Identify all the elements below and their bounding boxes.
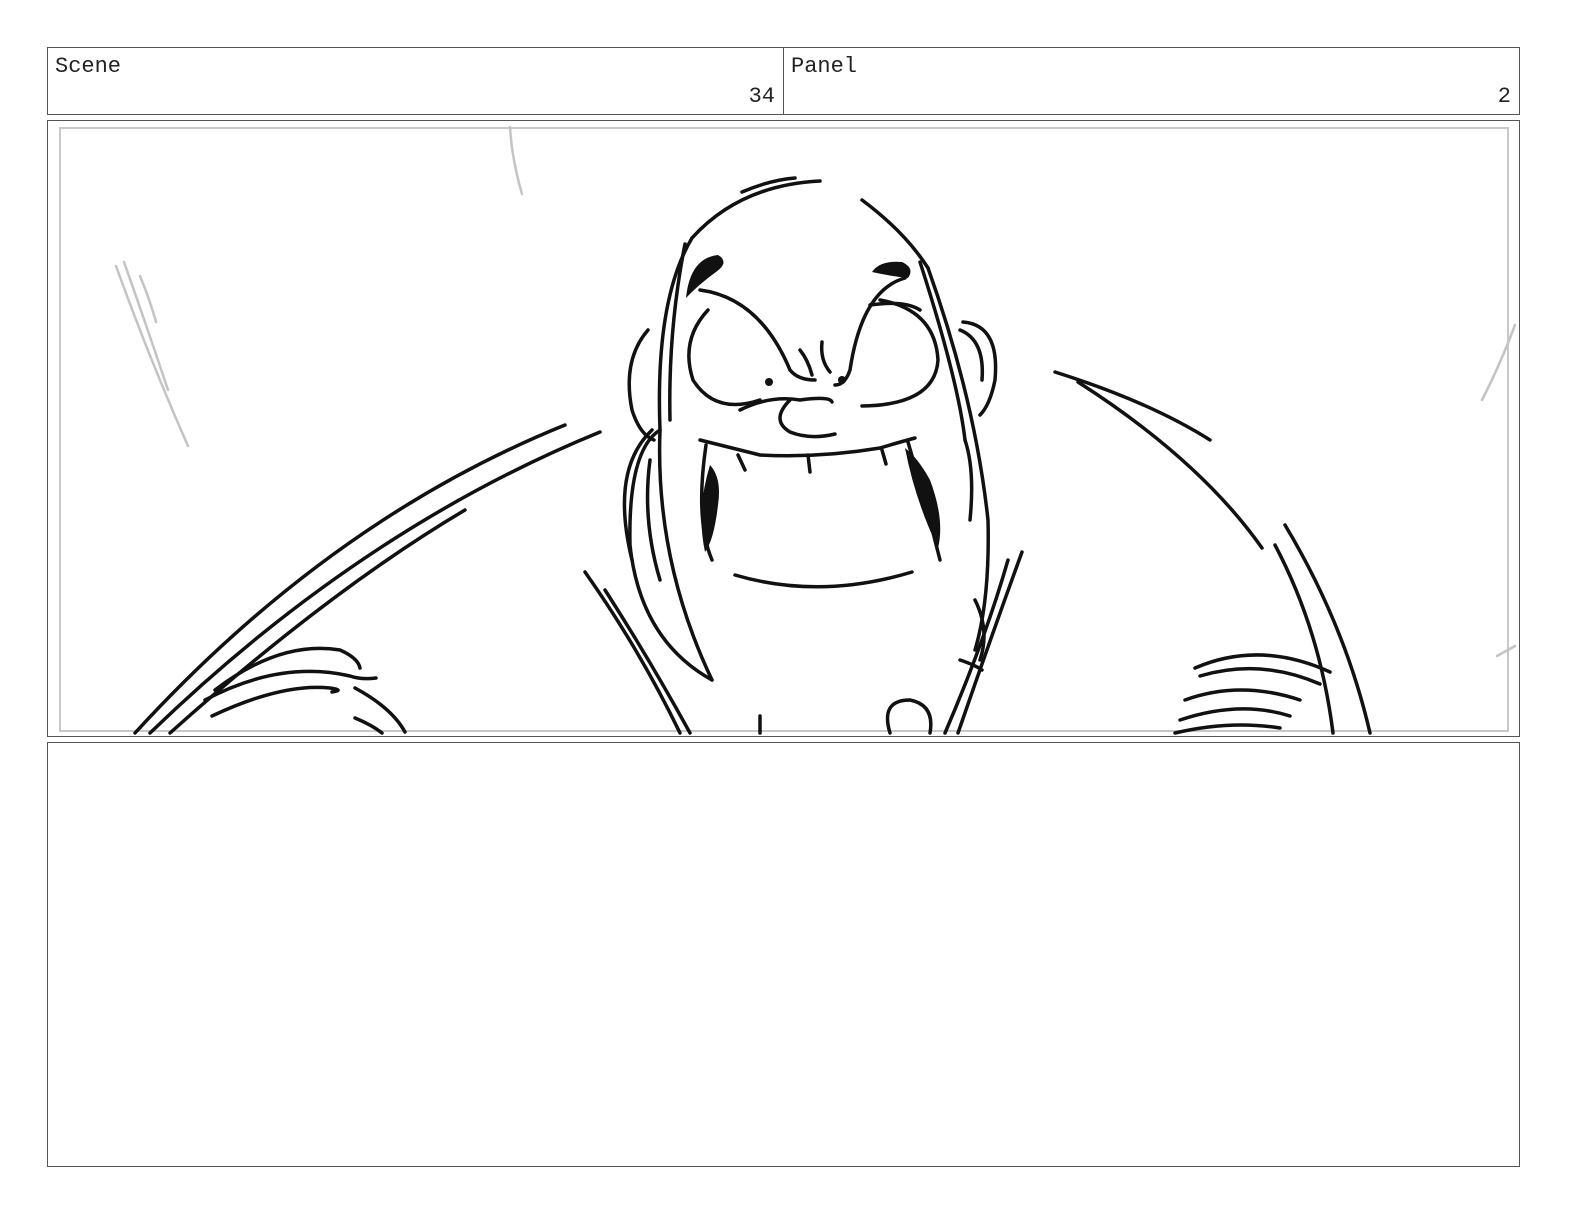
panel-cell: Panel 2 bbox=[784, 48, 1519, 114]
scene-cell: Scene 34 bbox=[48, 48, 784, 114]
character-sketch bbox=[114, 125, 1517, 735]
scene-number: 34 bbox=[748, 84, 775, 109]
storyboard-header: Scene 34 Panel 2 bbox=[47, 47, 1520, 115]
notes-area bbox=[47, 742, 1520, 1167]
panel-label: Panel bbox=[791, 54, 858, 79]
scene-label: Scene bbox=[55, 54, 122, 79]
panel-number: 2 bbox=[1497, 84, 1511, 109]
